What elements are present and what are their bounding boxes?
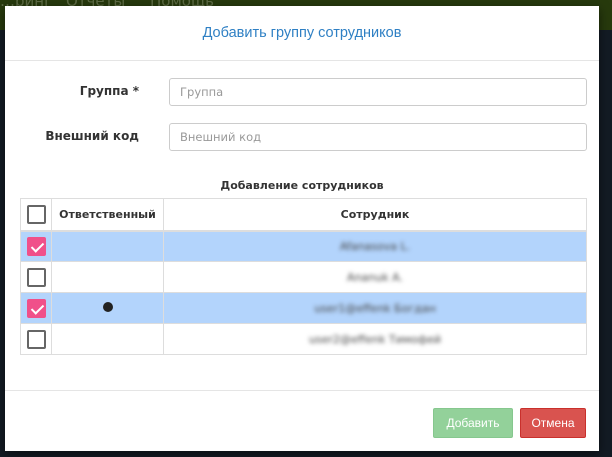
table-row[interactable]: Afanasova L. — [20, 230, 587, 262]
employee-name: user2@effenk Тимофей — [308, 332, 442, 346]
external-code-label: Внешний код — [45, 129, 139, 143]
add-group-modal: Добавить группу сотрудников Группа * Вне… — [5, 6, 599, 451]
section-title: Добавление сотрудников — [220, 179, 384, 192]
employee-cell: Afanasova L. — [163, 230, 587, 262]
modal-footer: Добавить Отмена — [5, 390, 599, 451]
employee-name: Ananuk A. — [347, 270, 403, 284]
responsible-cell[interactable] — [51, 230, 164, 262]
header-responsible: Ответственный — [51, 198, 164, 232]
employee-name: Afanasova L. — [339, 239, 411, 253]
select-all-checkbox[interactable] — [26, 204, 46, 224]
table-row[interactable]: user1@effenk Богдан — [20, 292, 587, 324]
employee-cell: user1@effenk Богдан — [163, 292, 587, 324]
employees-table: Ответственный Сотрудник Afanasova L. Ana… — [20, 198, 587, 355]
row-checkbox[interactable] — [26, 298, 46, 318]
cancel-button[interactable]: Отмена — [520, 408, 586, 438]
row-checkbox[interactable] — [26, 329, 46, 349]
responsible-cell[interactable] — [51, 261, 164, 293]
responsible-cell[interactable] — [51, 292, 164, 324]
employee-cell: user2@effenk Тимофей — [163, 323, 587, 355]
employee-name: user1@effenk Богдан — [314, 301, 436, 315]
table-header: Ответственный Сотрудник — [20, 198, 587, 232]
row-checkbox[interactable] — [26, 236, 46, 256]
row-checkbox[interactable] — [26, 267, 46, 287]
header-employee: Сотрудник — [163, 198, 587, 232]
table-row[interactable]: user2@effenk Тимофей — [20, 323, 587, 355]
external-code-input[interactable] — [169, 123, 587, 151]
responsible-cell[interactable] — [51, 323, 164, 355]
modal-title: Добавить группу сотрудников — [5, 6, 599, 61]
employee-cell: Ananuk A. — [163, 261, 587, 293]
group-input[interactable] — [169, 78, 587, 106]
group-field-row: Группа * — [5, 78, 599, 106]
add-button[interactable]: Добавить — [433, 408, 513, 438]
responsible-marker-icon — [102, 301, 113, 312]
group-label: Группа * — [79, 84, 139, 98]
table-row[interactable]: Ananuk A. — [20, 261, 587, 293]
external-code-row: Внешний код — [5, 123, 599, 151]
